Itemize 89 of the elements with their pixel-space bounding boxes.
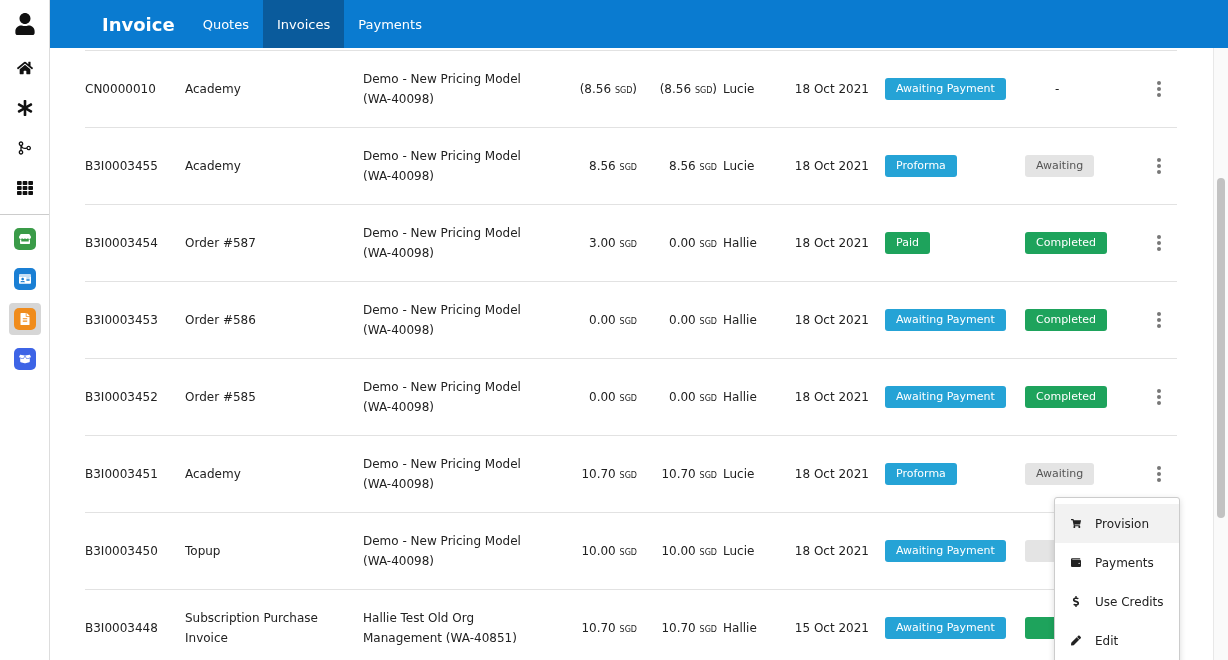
status-badge: Awaiting Payment xyxy=(885,78,1006,100)
cart-icon xyxy=(1071,518,1081,529)
balance: 8.56 SGD xyxy=(668,159,718,173)
invoice-number: B3I0003448 xyxy=(85,620,159,637)
menu-item[interactable]: Use Credits xyxy=(1055,582,1179,621)
empty-value: - xyxy=(1054,82,1060,96)
order-name: Academy xyxy=(185,466,242,483)
amount: (8.56 SGD) xyxy=(578,82,638,96)
menu-item[interactable]: Edit xyxy=(1055,621,1179,660)
pen-icon xyxy=(1071,635,1081,646)
project-name: Demo - New Pricing Model (WA-40098) xyxy=(363,533,522,570)
order-name: Topup xyxy=(185,543,222,560)
project-name: Demo - New Pricing Model (WA-40098) xyxy=(363,302,522,339)
invoice-number: B3I0003455 xyxy=(85,158,159,175)
amount: 3.00 SGD xyxy=(588,236,638,250)
status-badge: Awaiting Payment xyxy=(885,386,1006,408)
more-options-icon[interactable] xyxy=(1157,158,1161,174)
user-name: Lucie xyxy=(723,158,756,175)
invoice-number: B3I0003451 xyxy=(85,466,159,483)
project-name: Demo - New Pricing Model (WA-40098) xyxy=(363,71,522,108)
nav-tab[interactable]: Invoices xyxy=(262,0,345,48)
project-name: Demo - New Pricing Model (WA-40098) xyxy=(363,379,522,416)
user-name: Lucie xyxy=(723,81,756,98)
dollar-icon xyxy=(1071,596,1081,607)
status-badge: Paid xyxy=(885,232,930,254)
invoice-number: CN0000010 xyxy=(85,81,157,98)
user-name: Hallie xyxy=(723,620,758,637)
menu-item[interactable]: Payments xyxy=(1055,543,1179,582)
amount: 0.00 SGD xyxy=(588,313,638,327)
order-name: Academy xyxy=(185,81,242,98)
status-badge: Awaiting Payment xyxy=(885,540,1006,562)
more-options-icon[interactable] xyxy=(1157,235,1161,251)
amount: 8.56 SGD xyxy=(588,159,638,173)
project-name: Demo - New Pricing Model (WA-40098) xyxy=(363,225,522,262)
balance: 0.00 SGD xyxy=(668,390,718,404)
nav-tab[interactable]: Payments xyxy=(344,0,436,48)
order-name: Subscription Purchase Invoice xyxy=(185,610,319,647)
balance: 10.70 SGD xyxy=(660,621,718,635)
user-name: Hallie xyxy=(723,235,758,252)
more-options-icon[interactable] xyxy=(1157,81,1161,97)
amount: 10.70 SGD xyxy=(580,467,638,481)
amount: 0.00 SGD xyxy=(588,390,638,404)
balance: 0.00 SGD xyxy=(668,236,718,250)
invoice-date: 18 Oct 2021 xyxy=(793,543,870,560)
more-options-icon[interactable] xyxy=(1157,389,1161,405)
project-name: Demo - New Pricing Model (WA-40098) xyxy=(363,148,522,185)
balance: (8.56 SGD) xyxy=(658,82,718,96)
menu-item[interactable]: Provision xyxy=(1055,504,1179,543)
app-title: Invoice xyxy=(102,12,175,37)
invoice-date: 18 Oct 2021 xyxy=(793,235,870,252)
status-badge: Proforma xyxy=(885,155,957,177)
user-name: Lucie xyxy=(723,543,756,560)
order-name: Order #587 xyxy=(185,235,257,252)
invoice-number: B3I0003452 xyxy=(85,389,159,406)
fulfilment-badge: Completed xyxy=(1025,386,1107,408)
project-name: Demo - New Pricing Model (WA-40098) xyxy=(363,456,522,493)
balance: 10.00 SGD xyxy=(660,544,718,558)
user-name: Lucie xyxy=(723,466,756,483)
user-name: Hallie xyxy=(723,389,758,406)
fulfilment-badge: Awaiting xyxy=(1025,463,1095,485)
wallet-icon xyxy=(1071,557,1081,568)
nav-tab[interactable]: Quotes xyxy=(188,0,263,48)
user-name: Hallie xyxy=(723,312,758,329)
invoice-date: 15 Oct 2021 xyxy=(793,620,870,637)
status-badge: Proforma xyxy=(885,463,957,485)
status-badge: Awaiting Payment xyxy=(885,309,1006,331)
invoice-date: 18 Oct 2021 xyxy=(793,158,870,175)
invoice-date: 18 Oct 2021 xyxy=(793,81,870,98)
balance: 10.70 SGD xyxy=(660,467,718,481)
balance: 0.00 SGD xyxy=(668,313,718,327)
invoice-date: 18 Oct 2021 xyxy=(793,389,870,406)
fulfilment-badge: Awaiting xyxy=(1025,155,1095,177)
more-options-icon[interactable] xyxy=(1157,312,1161,328)
fulfilment-badge: Completed xyxy=(1025,309,1107,331)
amount: 10.00 SGD xyxy=(580,544,638,558)
invoice-number: B3I0003454 xyxy=(85,235,159,252)
amount: 10.70 SGD xyxy=(580,621,638,635)
more-options-icon[interactable] xyxy=(1157,466,1161,482)
project-name: Hallie Test Old Org Management (WA-40851) xyxy=(363,610,518,647)
invoice-number: B3I0003453 xyxy=(85,312,159,329)
fulfilment-badge: Completed xyxy=(1025,232,1107,254)
scrollbar[interactable] xyxy=(1213,48,1228,660)
order-name: Order #586 xyxy=(185,312,257,329)
order-name: Order #585 xyxy=(185,389,257,406)
invoice-number: B3I0003450 xyxy=(85,543,159,560)
order-name: Academy xyxy=(185,158,242,175)
status-badge: Awaiting Payment xyxy=(885,617,1006,639)
invoice-date: 18 Oct 2021 xyxy=(793,312,870,329)
invoice-date: 18 Oct 2021 xyxy=(793,466,870,483)
